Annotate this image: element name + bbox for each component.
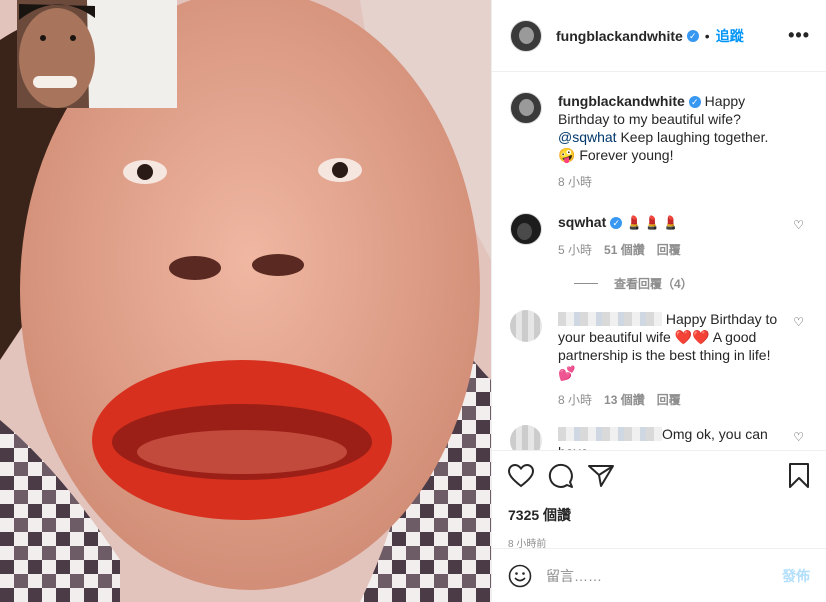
- follow-button[interactable]: 追蹤: [716, 26, 744, 46]
- caption-mention-link[interactable]: @sqwhat: [558, 129, 617, 145]
- likes-count[interactable]: 7325 個讚: [508, 505, 810, 525]
- commenter-username[interactable]: sqwhat: [558, 214, 606, 230]
- author-avatar[interactable]: [510, 19, 542, 52]
- post-actions: 7325 個讚 8 小時前: [492, 450, 826, 550]
- verified-badge-icon: ✓: [610, 217, 623, 229]
- comment-composer: 發佈: [492, 548, 826, 602]
- post-image[interactable]: [0, 0, 491, 602]
- comment-input[interactable]: [546, 567, 782, 584]
- video-call-thumbnail: [17, 0, 177, 108]
- post-side-panel: fungblackandwhite ✓ • 追蹤 ••• fungblackan…: [491, 0, 826, 602]
- commenter-avatar-blurred[interactable]: [510, 310, 542, 342]
- commenter-username-blurred[interactable]: [558, 312, 662, 326]
- comment-time[interactable]: 5 小時: [558, 241, 592, 259]
- view-replies-label: 查看回覆（4）: [614, 277, 693, 291]
- caption-author-username[interactable]: fungblackandwhite: [558, 93, 685, 109]
- save-bookmark-icon[interactable]: [788, 463, 810, 489]
- man-face-graphic: [17, 0, 177, 108]
- comment-likes[interactable]: 13 個讚: [604, 391, 645, 409]
- comment-item: Happy Birthday to your beautiful wife ❤️…: [510, 310, 808, 409]
- like-heart-icon[interactable]: [508, 464, 534, 488]
- caption-time[interactable]: 8 小時: [558, 173, 592, 191]
- emoji-picker-icon[interactable]: [508, 564, 532, 588]
- separator-dot: •: [704, 27, 710, 44]
- replies-divider: [574, 283, 598, 284]
- commenter-avatar-blurred[interactable]: [510, 425, 542, 450]
- like-comment-heart-icon[interactable]: ♡: [793, 315, 804, 329]
- comment-bubble-icon[interactable]: [548, 463, 574, 489]
- reply-button[interactable]: 回覆: [657, 241, 681, 259]
- view-replies-button[interactable]: 查看回覆（4）: [574, 275, 808, 292]
- more-options-icon[interactable]: •••: [788, 25, 810, 46]
- commenter-username-blurred[interactable]: [558, 427, 662, 441]
- post-header: fungblackandwhite ✓ • 追蹤 •••: [492, 0, 826, 72]
- author-username[interactable]: fungblackandwhite: [556, 28, 683, 44]
- caption-author-avatar[interactable]: [510, 92, 542, 124]
- comment-time[interactable]: 8 小時: [558, 391, 592, 409]
- commenter-avatar[interactable]: [510, 213, 542, 245]
- post-comment-button[interactable]: 發佈: [782, 566, 810, 586]
- caption: fungblackandwhite ✓ Happy Birthday to my …: [510, 92, 808, 191]
- like-comment-heart-icon[interactable]: ♡: [793, 430, 804, 444]
- verified-badge-icon: ✓: [686, 29, 699, 42]
- comment-likes[interactable]: 51 個讚: [604, 241, 645, 259]
- like-comment-heart-icon[interactable]: ♡: [793, 218, 804, 232]
- verified-badge-icon: ✓: [688, 96, 701, 108]
- comments-list[interactable]: fungblackandwhite ✓ Happy Birthday to my …: [492, 72, 826, 450]
- comment-item: Omg ok, you can have ♡: [510, 425, 808, 450]
- comment-item: sqwhat ✓ 💄💄💄 5 小時 51 個讚 回覆 ♡: [510, 213, 808, 259]
- comment-text: 💄💄💄: [626, 215, 681, 230]
- comment-heart-end: 💕: [558, 365, 576, 381]
- share-paper-plane-icon[interactable]: [588, 464, 614, 488]
- comment-hearts: ❤️❤️: [674, 329, 710, 345]
- reply-button[interactable]: 回覆: [657, 391, 681, 409]
